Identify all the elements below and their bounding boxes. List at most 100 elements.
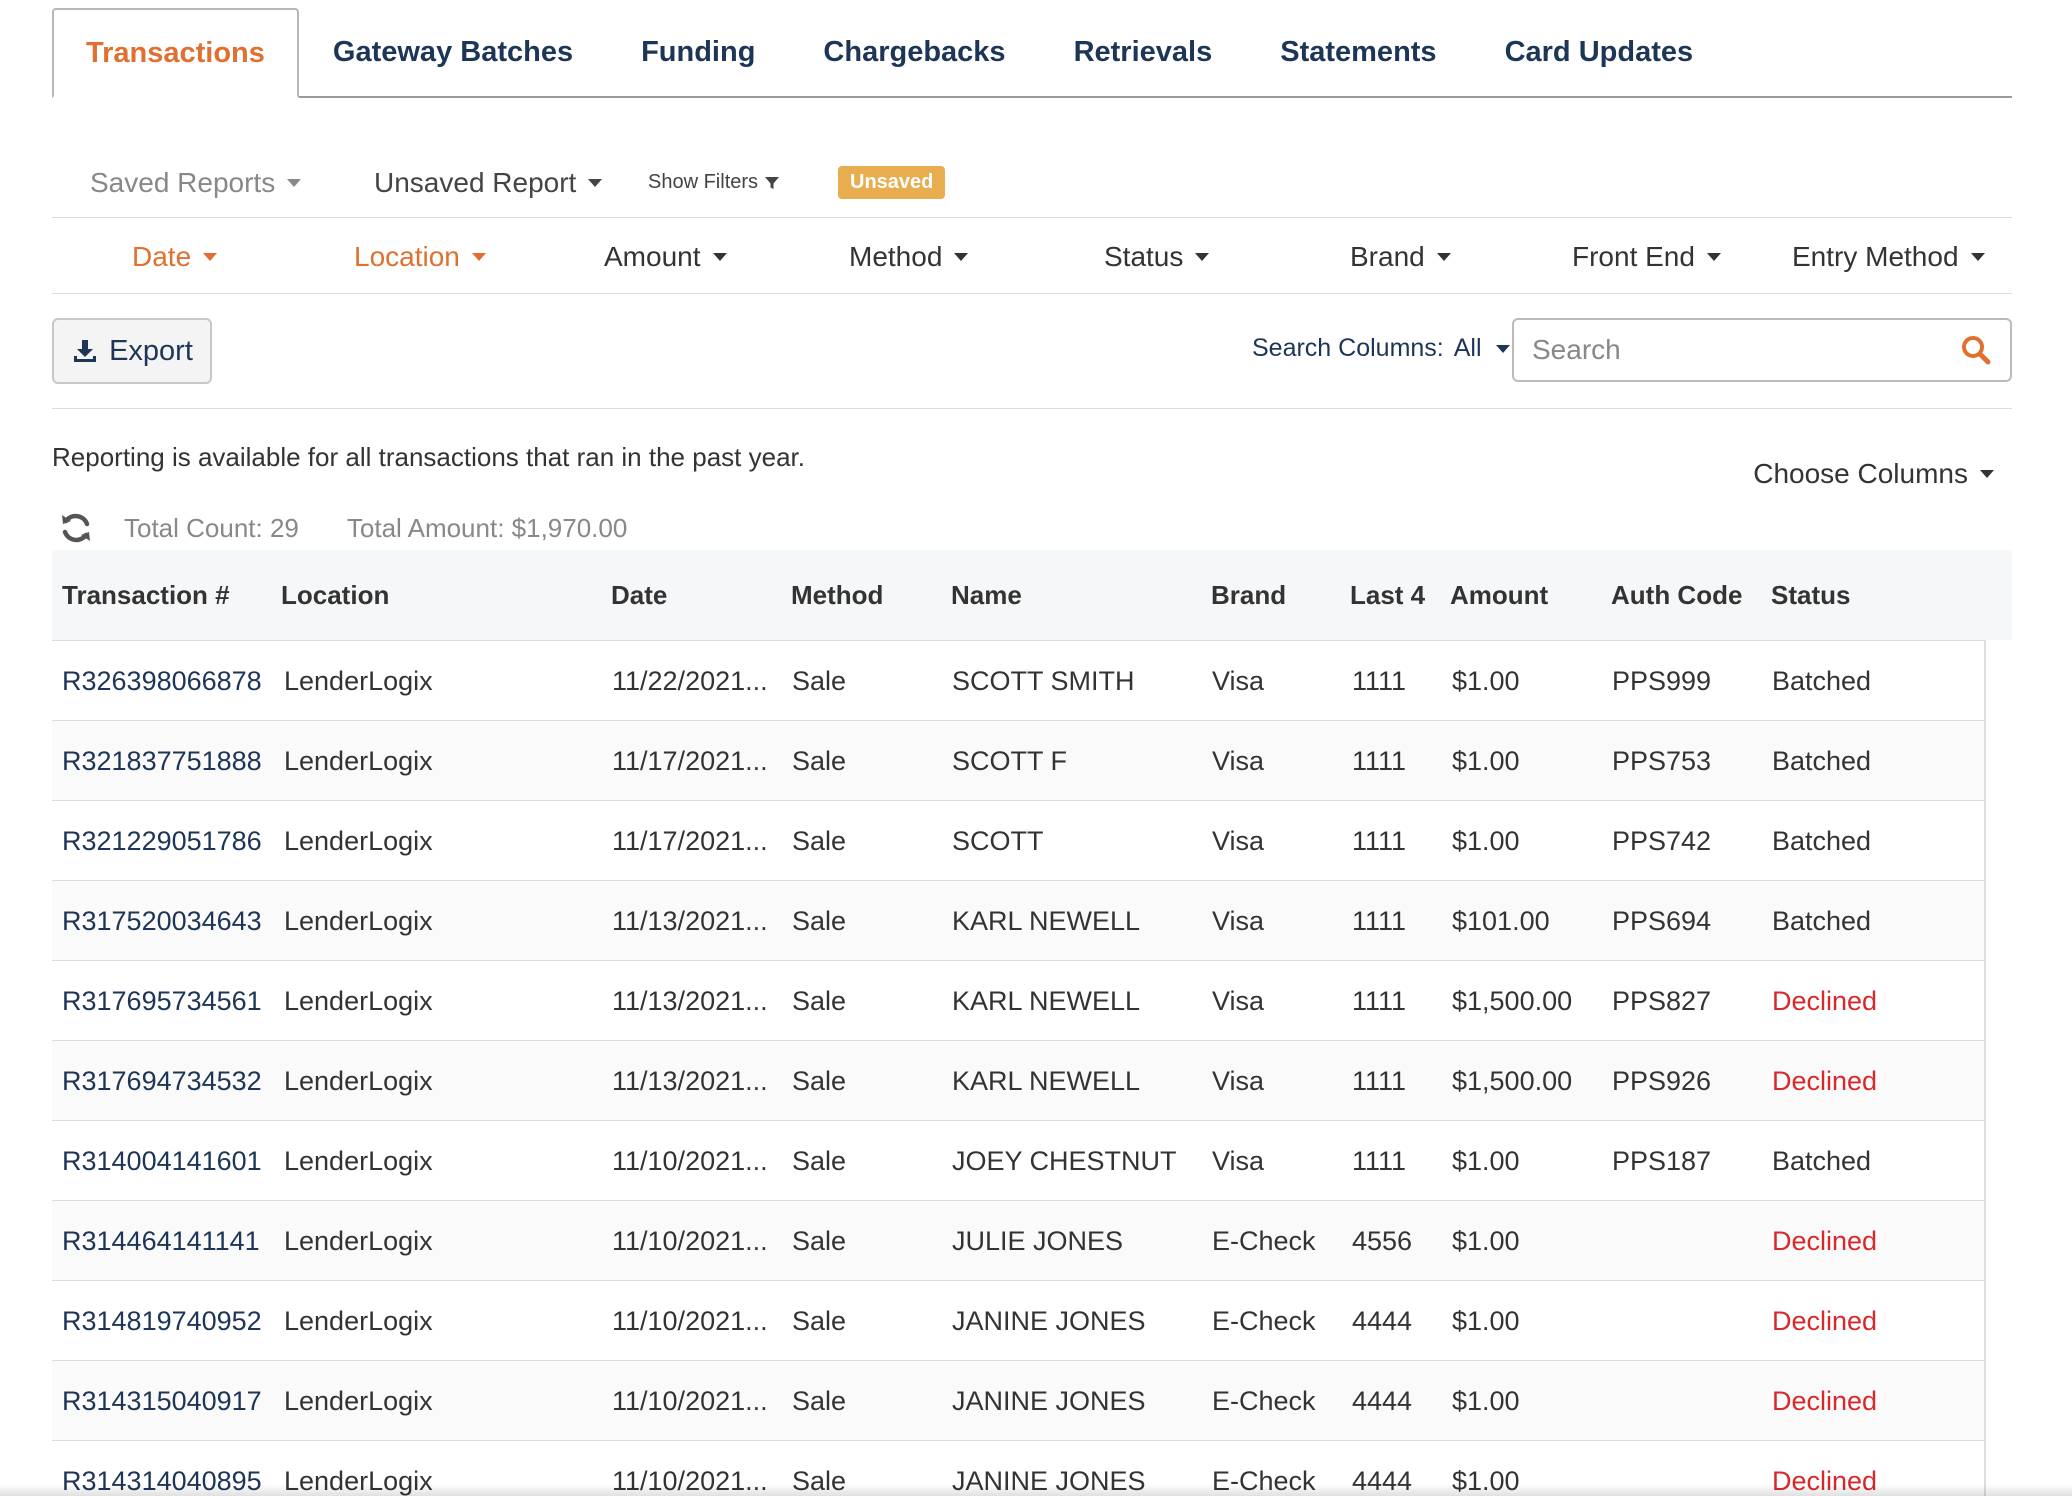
cell-status: Batched xyxy=(1772,665,1872,696)
column-header-amount[interactable]: Amount xyxy=(1450,550,1548,640)
cell-method: Sale xyxy=(792,1065,847,1096)
column-header-date[interactable]: Date xyxy=(611,550,667,640)
filter-brand[interactable]: Brand xyxy=(1350,220,1451,294)
tab-retrievals[interactable]: Retrievals xyxy=(1040,8,1247,96)
table-row[interactable]: R321837751888 LenderLogix 11/17/2021... Sal… xyxy=(52,721,1984,801)
cell-location: LenderLogix xyxy=(284,1065,433,1096)
table-row[interactable]: R314819740952 LenderLogix 11/10/2021... Sal… xyxy=(52,1281,1984,1361)
column-header-method[interactable]: Method xyxy=(791,550,883,640)
cell-transaction-id[interactable]: R326398066878 xyxy=(62,641,262,721)
filter-label: Entry Method xyxy=(1792,241,1959,272)
refresh-icon[interactable] xyxy=(58,510,94,546)
cell-brand: Visa xyxy=(1212,1145,1265,1176)
choose-columns-dropdown[interactable]: Choose Columns xyxy=(1753,458,1994,490)
report-tabs: Transactions Gateway Batches Funding Cha… xyxy=(52,8,2012,98)
table-row[interactable]: R317694734532 LenderLogix 11/13/2021... Sal… xyxy=(52,1041,1984,1121)
cell-date: 11/17/2021... xyxy=(612,825,768,856)
cell-transaction-id[interactable]: R314004141601 xyxy=(62,1121,262,1201)
filter-status[interactable]: Status xyxy=(1104,220,1210,294)
table-row[interactable]: R321229051786 LenderLogix 11/17/2021... Sal… xyxy=(52,801,1984,881)
total-amount: Total Amount: $1,970.00 xyxy=(346,512,628,543)
table-header: Transaction # Location Date Method Name … xyxy=(52,550,2012,640)
cell-amount: $1.00 xyxy=(1452,825,1520,856)
column-header-auth-code[interactable]: Auth Code xyxy=(1611,550,1742,640)
column-header-transaction[interactable]: Transaction # xyxy=(62,550,230,640)
tab-card-updates[interactable]: Card Updates xyxy=(1471,8,1728,96)
cell-customer-name: KARL NEWELL xyxy=(952,1065,1141,1096)
cell-auth-code: PPS827 xyxy=(1612,985,1712,1016)
cell-status: Declined xyxy=(1772,1225,1878,1256)
show-filters-button[interactable]: Show Filters xyxy=(648,171,780,194)
chevron-down-icon xyxy=(471,253,486,261)
cell-transaction-id[interactable]: R314315040917 xyxy=(62,1361,262,1441)
cell-auth-code: PPS694 xyxy=(1612,905,1712,936)
tab-funding[interactable]: Funding xyxy=(607,8,789,96)
cell-brand: Visa xyxy=(1212,1065,1265,1096)
cell-transaction-id[interactable]: R317520034643 xyxy=(62,881,262,961)
column-header-status[interactable]: Status xyxy=(1771,550,1850,640)
saved-reports-label: Saved Reports xyxy=(90,166,276,198)
unsaved-report-dropdown[interactable]: Unsaved Report xyxy=(374,167,603,199)
filter-icon xyxy=(765,176,780,189)
tab-transactions[interactable]: Transactions xyxy=(52,8,299,98)
cell-transaction-id[interactable]: R317694734532 xyxy=(62,1041,262,1121)
filter-method[interactable]: Method xyxy=(849,220,969,294)
cell-method: Sale xyxy=(792,1305,847,1336)
column-header-location[interactable]: Location xyxy=(281,550,389,640)
filter-entry-method[interactable]: Entry Method xyxy=(1792,220,1985,294)
cell-customer-name: KARL NEWELL xyxy=(952,985,1141,1016)
chevron-down-icon xyxy=(1970,253,1985,261)
cell-method: Sale xyxy=(792,1145,847,1176)
total-count: Total Count: 29 xyxy=(124,512,299,543)
show-filters-label: Show Filters xyxy=(648,171,759,193)
export-button[interactable]: Export xyxy=(52,318,212,384)
cell-transaction-id[interactable]: R321837751888 xyxy=(62,721,262,801)
filter-date[interactable]: Date xyxy=(132,220,218,294)
cell-date: 11/22/2021... xyxy=(612,665,768,696)
cell-transaction-id[interactable]: R317695734561 xyxy=(62,961,262,1041)
cell-customer-name: JANINE JONES xyxy=(952,1385,1146,1416)
filter-amount[interactable]: Amount xyxy=(604,220,727,294)
cell-auth-code: PPS742 xyxy=(1612,825,1712,856)
cell-last4: 1111 xyxy=(1352,825,1407,856)
cell-date: 11/13/2021... xyxy=(612,985,768,1016)
cell-location: LenderLogix xyxy=(284,745,433,776)
tab-gateway-batches[interactable]: Gateway Batches xyxy=(299,8,607,96)
filter-location[interactable]: Location xyxy=(354,220,486,294)
cell-transaction-id[interactable]: R314464141141 xyxy=(62,1201,260,1281)
tab-statements[interactable]: Statements xyxy=(1246,8,1470,96)
chevron-down-icon xyxy=(1495,344,1510,353)
cell-transaction-id[interactable]: R321229051786 xyxy=(62,801,262,881)
filter-label: Amount xyxy=(604,241,701,272)
saved-reports-dropdown[interactable]: Saved Reports xyxy=(90,166,302,199)
table-row[interactable]: R314464141141 LenderLogix 11/10/2021... Sal… xyxy=(52,1201,1984,1281)
cell-location: LenderLogix xyxy=(284,1145,433,1176)
cell-last4: 1111 xyxy=(1352,905,1407,936)
cell-brand: E-Check xyxy=(1212,1225,1316,1256)
table-row[interactable]: R314315040917 LenderLogix 11/10/2021... Sal… xyxy=(52,1361,1984,1441)
table-row[interactable]: R317520034643 LenderLogix 11/13/2021... Sal… xyxy=(52,881,1984,961)
column-header-last4[interactable]: Last 4 xyxy=(1350,550,1425,640)
search-columns-dropdown[interactable]: Search Columns: All xyxy=(1252,334,1510,363)
filter-front-end[interactable]: Front End xyxy=(1572,220,1721,294)
table-row[interactable]: R326398066878 LenderLogix 11/22/2021... Sal… xyxy=(52,641,1984,721)
column-header-brand[interactable]: Brand xyxy=(1211,550,1286,640)
column-header-name[interactable]: Name xyxy=(951,550,1022,640)
chevron-down-icon xyxy=(1706,253,1721,261)
cell-date: 11/13/2021... xyxy=(612,905,768,936)
table-row[interactable]: R314004141601 LenderLogix 11/10/2021... Sal… xyxy=(52,1121,1984,1201)
tab-chargebacks[interactable]: Chargebacks xyxy=(789,8,1039,96)
cell-brand: Visa xyxy=(1212,825,1265,856)
cell-customer-name: JULIE JONES xyxy=(952,1225,1124,1256)
cell-brand: Visa xyxy=(1212,745,1265,776)
cell-location: LenderLogix xyxy=(284,905,433,936)
search-input[interactable] xyxy=(1532,334,1960,366)
cell-location: LenderLogix xyxy=(284,985,433,1016)
chevron-down-icon xyxy=(287,178,302,187)
search-icon[interactable] xyxy=(1960,334,1992,366)
table-row[interactable]: R317695734561 LenderLogix 11/13/2021... Sal… xyxy=(52,961,1984,1041)
cell-customer-name: SCOTT SMITH xyxy=(952,665,1135,696)
cell-last4: 1111 xyxy=(1352,985,1407,1016)
export-label: Export xyxy=(109,334,193,367)
cell-transaction-id[interactable]: R314819740952 xyxy=(62,1281,262,1361)
